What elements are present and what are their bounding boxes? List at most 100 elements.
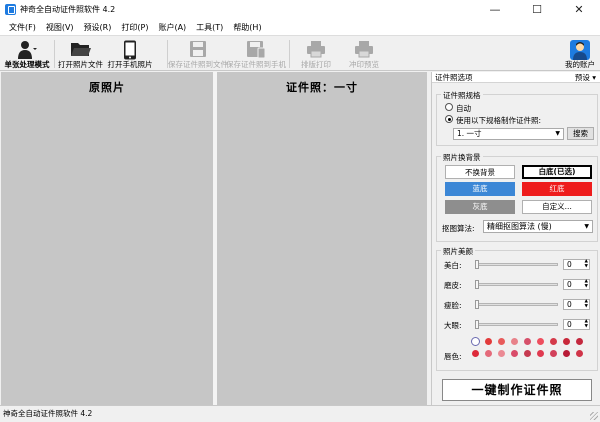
my-account-button[interactable]: 我的账户: [562, 37, 598, 71]
algo-select-value: 精细抠图算法 (慢): [487, 222, 552, 231]
spec-select[interactable]: 1. 一寸 ▼: [453, 128, 564, 140]
minimize-button[interactable]: —: [474, 0, 516, 19]
algo-select[interactable]: 精细抠图算法 (慢) ▼: [483, 220, 593, 233]
save-to-file-label: 保存证件照到文件: [168, 60, 228, 69]
spinner-arrows-icon[interactable]: ▲ ▼: [585, 279, 588, 289]
whitening-slider[interactable]: [475, 260, 558, 269]
slider-thumb[interactable]: [475, 320, 479, 329]
folder-icon: [70, 43, 91, 56]
preset-dropdown[interactable]: 预设 ▾: [575, 72, 596, 83]
whitening-label: 美白:: [444, 261, 462, 270]
lip-color-swatch[interactable]: [550, 338, 557, 345]
whitening-spinner[interactable]: 0 ▲ ▼: [563, 259, 590, 270]
big-eyes-value: 0: [567, 320, 572, 329]
use-spec-label: 使用以下规格制作证件照:: [456, 116, 542, 125]
slim-face-label: 瘦脸:: [444, 301, 462, 310]
menu-bar: 文件(F) 视图(V) 预设(R) 打印(P) 账户(A) 工具(T) 帮助(H…: [0, 19, 600, 35]
menu-view[interactable]: 视图(V): [41, 22, 79, 33]
auto-label: 自动: [456, 104, 471, 113]
lip-color-swatch[interactable]: [511, 338, 518, 345]
use-spec-radio[interactable]: [445, 115, 453, 123]
save-to-file-button[interactable]: 保存证件照到文件: [168, 37, 228, 71]
title-bar: 神奇全自动证件照软件 4.2 — ☐ ✕: [0, 0, 600, 19]
layout-print-button[interactable]: 排版打印: [297, 37, 335, 71]
menu-preset[interactable]: 预设(R): [79, 22, 117, 33]
print-preview-icon: [355, 41, 373, 58]
slider-thumb[interactable]: [475, 260, 479, 269]
save-to-phone-label: 保存证件照到手机: [226, 60, 286, 69]
maximize-button[interactable]: ☐: [516, 0, 558, 19]
lip-color-swatch[interactable]: [576, 350, 583, 357]
chevron-down-icon: ▼: [555, 130, 560, 137]
lip-color-swatch[interactable]: [498, 350, 505, 357]
lip-color-none-swatch[interactable]: [471, 337, 480, 346]
bg-red-button[interactable]: 红底: [522, 182, 592, 196]
printer-icon: [307, 41, 325, 58]
my-account-label: 我的账户: [565, 60, 595, 69]
bg-custom-button[interactable]: 自定义...: [522, 200, 592, 214]
lip-color-swatch[interactable]: [537, 350, 544, 357]
whitening-value: 0: [567, 260, 572, 269]
slim-face-slider[interactable]: [475, 300, 558, 309]
lip-color-swatch[interactable]: [550, 350, 557, 357]
options-panel: 证件照选项 预设 ▾ 证件照规格 自动 使用以下规格制作证件照: 1. 一寸 ▼…: [431, 72, 600, 405]
lip-color-swatch[interactable]: [563, 350, 570, 357]
resize-grip-icon[interactable]: [590, 412, 598, 420]
smoothing-label: 磨皮:: [444, 281, 462, 290]
toolbar: 单张处理模式 打开照片文件 打开手机照片 保存证件照到文件 保存证件照到手机 排…: [0, 35, 600, 71]
slider-thumb[interactable]: [475, 280, 479, 289]
status-bar: 神奇全自动证件照软件 4.2: [0, 405, 600, 422]
bg-blue-button[interactable]: 蓝底: [445, 182, 515, 196]
open-photo-file-label: 打开照片文件: [58, 60, 103, 69]
lip-color-swatch[interactable]: [498, 338, 505, 345]
print-preview-label: 冲印预览: [349, 60, 379, 69]
id-photo-pane[interactable]: 证件照：一寸: [217, 72, 427, 405]
options-header: 证件照选项 预设 ▾: [432, 72, 600, 83]
slim-face-spinner[interactable]: 0 ▲ ▼: [563, 299, 590, 310]
search-button[interactable]: 搜索: [567, 127, 594, 140]
lip-color-swatch[interactable]: [524, 338, 531, 345]
lip-color-swatch[interactable]: [576, 338, 583, 345]
menu-account[interactable]: 账户(A): [153, 22, 191, 33]
big-eyes-slider[interactable]: [475, 320, 558, 329]
slider-thumb[interactable]: [475, 300, 479, 309]
chevron-down-icon: ▼: [584, 223, 589, 230]
save-phone-icon: [247, 41, 266, 58]
close-button[interactable]: ✕: [558, 0, 600, 19]
spinner-arrows-icon[interactable]: ▲ ▼: [585, 299, 588, 309]
make-id-photo-button[interactable]: 一键制作证件照: [442, 379, 592, 401]
bg-gray-button[interactable]: 灰底: [445, 200, 515, 214]
layout-print-label: 排版打印: [301, 60, 331, 69]
lip-color-swatch[interactable]: [485, 338, 492, 345]
lip-color-swatch[interactable]: [511, 350, 518, 357]
menu-file[interactable]: 文件(F): [4, 22, 41, 33]
single-mode-button[interactable]: 单张处理模式: [3, 37, 51, 71]
toolbar-separator: [54, 40, 55, 68]
open-photo-file-button[interactable]: 打开照片文件: [57, 37, 104, 71]
open-phone-photo-label: 打开手机照片: [107, 60, 153, 69]
menu-tools[interactable]: 工具(T): [191, 22, 228, 33]
print-preview-button[interactable]: 冲印预览: [345, 37, 383, 71]
lip-color-swatch[interactable]: [524, 350, 531, 357]
beauty-group-title: 照片美颜: [441, 246, 475, 257]
bg-none-button[interactable]: 不换背景: [445, 165, 515, 179]
smoothing-slider[interactable]: [475, 280, 558, 289]
lip-color-swatch[interactable]: [537, 338, 544, 345]
bg-white-button[interactable]: 白底(已选): [522, 165, 592, 179]
lip-color-swatch[interactable]: [485, 350, 492, 357]
original-photo-pane[interactable]: 原照片: [1, 72, 213, 405]
spec-group: 证件照规格 自动 使用以下规格制作证件照: 1. 一寸 ▼ 搜索: [436, 90, 598, 146]
open-phone-photo-button[interactable]: 打开手机照片: [106, 37, 154, 71]
big-eyes-spinner[interactable]: 0 ▲ ▼: [563, 319, 590, 330]
spinner-arrows-icon[interactable]: ▲ ▼: [585, 259, 588, 269]
big-eyes-label: 大眼:: [444, 321, 462, 330]
preset-label: 预设: [574, 73, 590, 82]
menu-print[interactable]: 打印(P): [116, 22, 153, 33]
menu-help[interactable]: 帮助(H): [228, 22, 266, 33]
auto-radio[interactable]: [445, 103, 453, 111]
lip-color-swatch[interactable]: [563, 338, 570, 345]
save-to-phone-button[interactable]: 保存证件照到手机: [226, 37, 286, 71]
lip-color-swatch[interactable]: [472, 350, 479, 357]
spinner-arrows-icon[interactable]: ▲ ▼: [585, 319, 588, 329]
smoothing-spinner[interactable]: 0 ▲ ▼: [563, 279, 590, 290]
